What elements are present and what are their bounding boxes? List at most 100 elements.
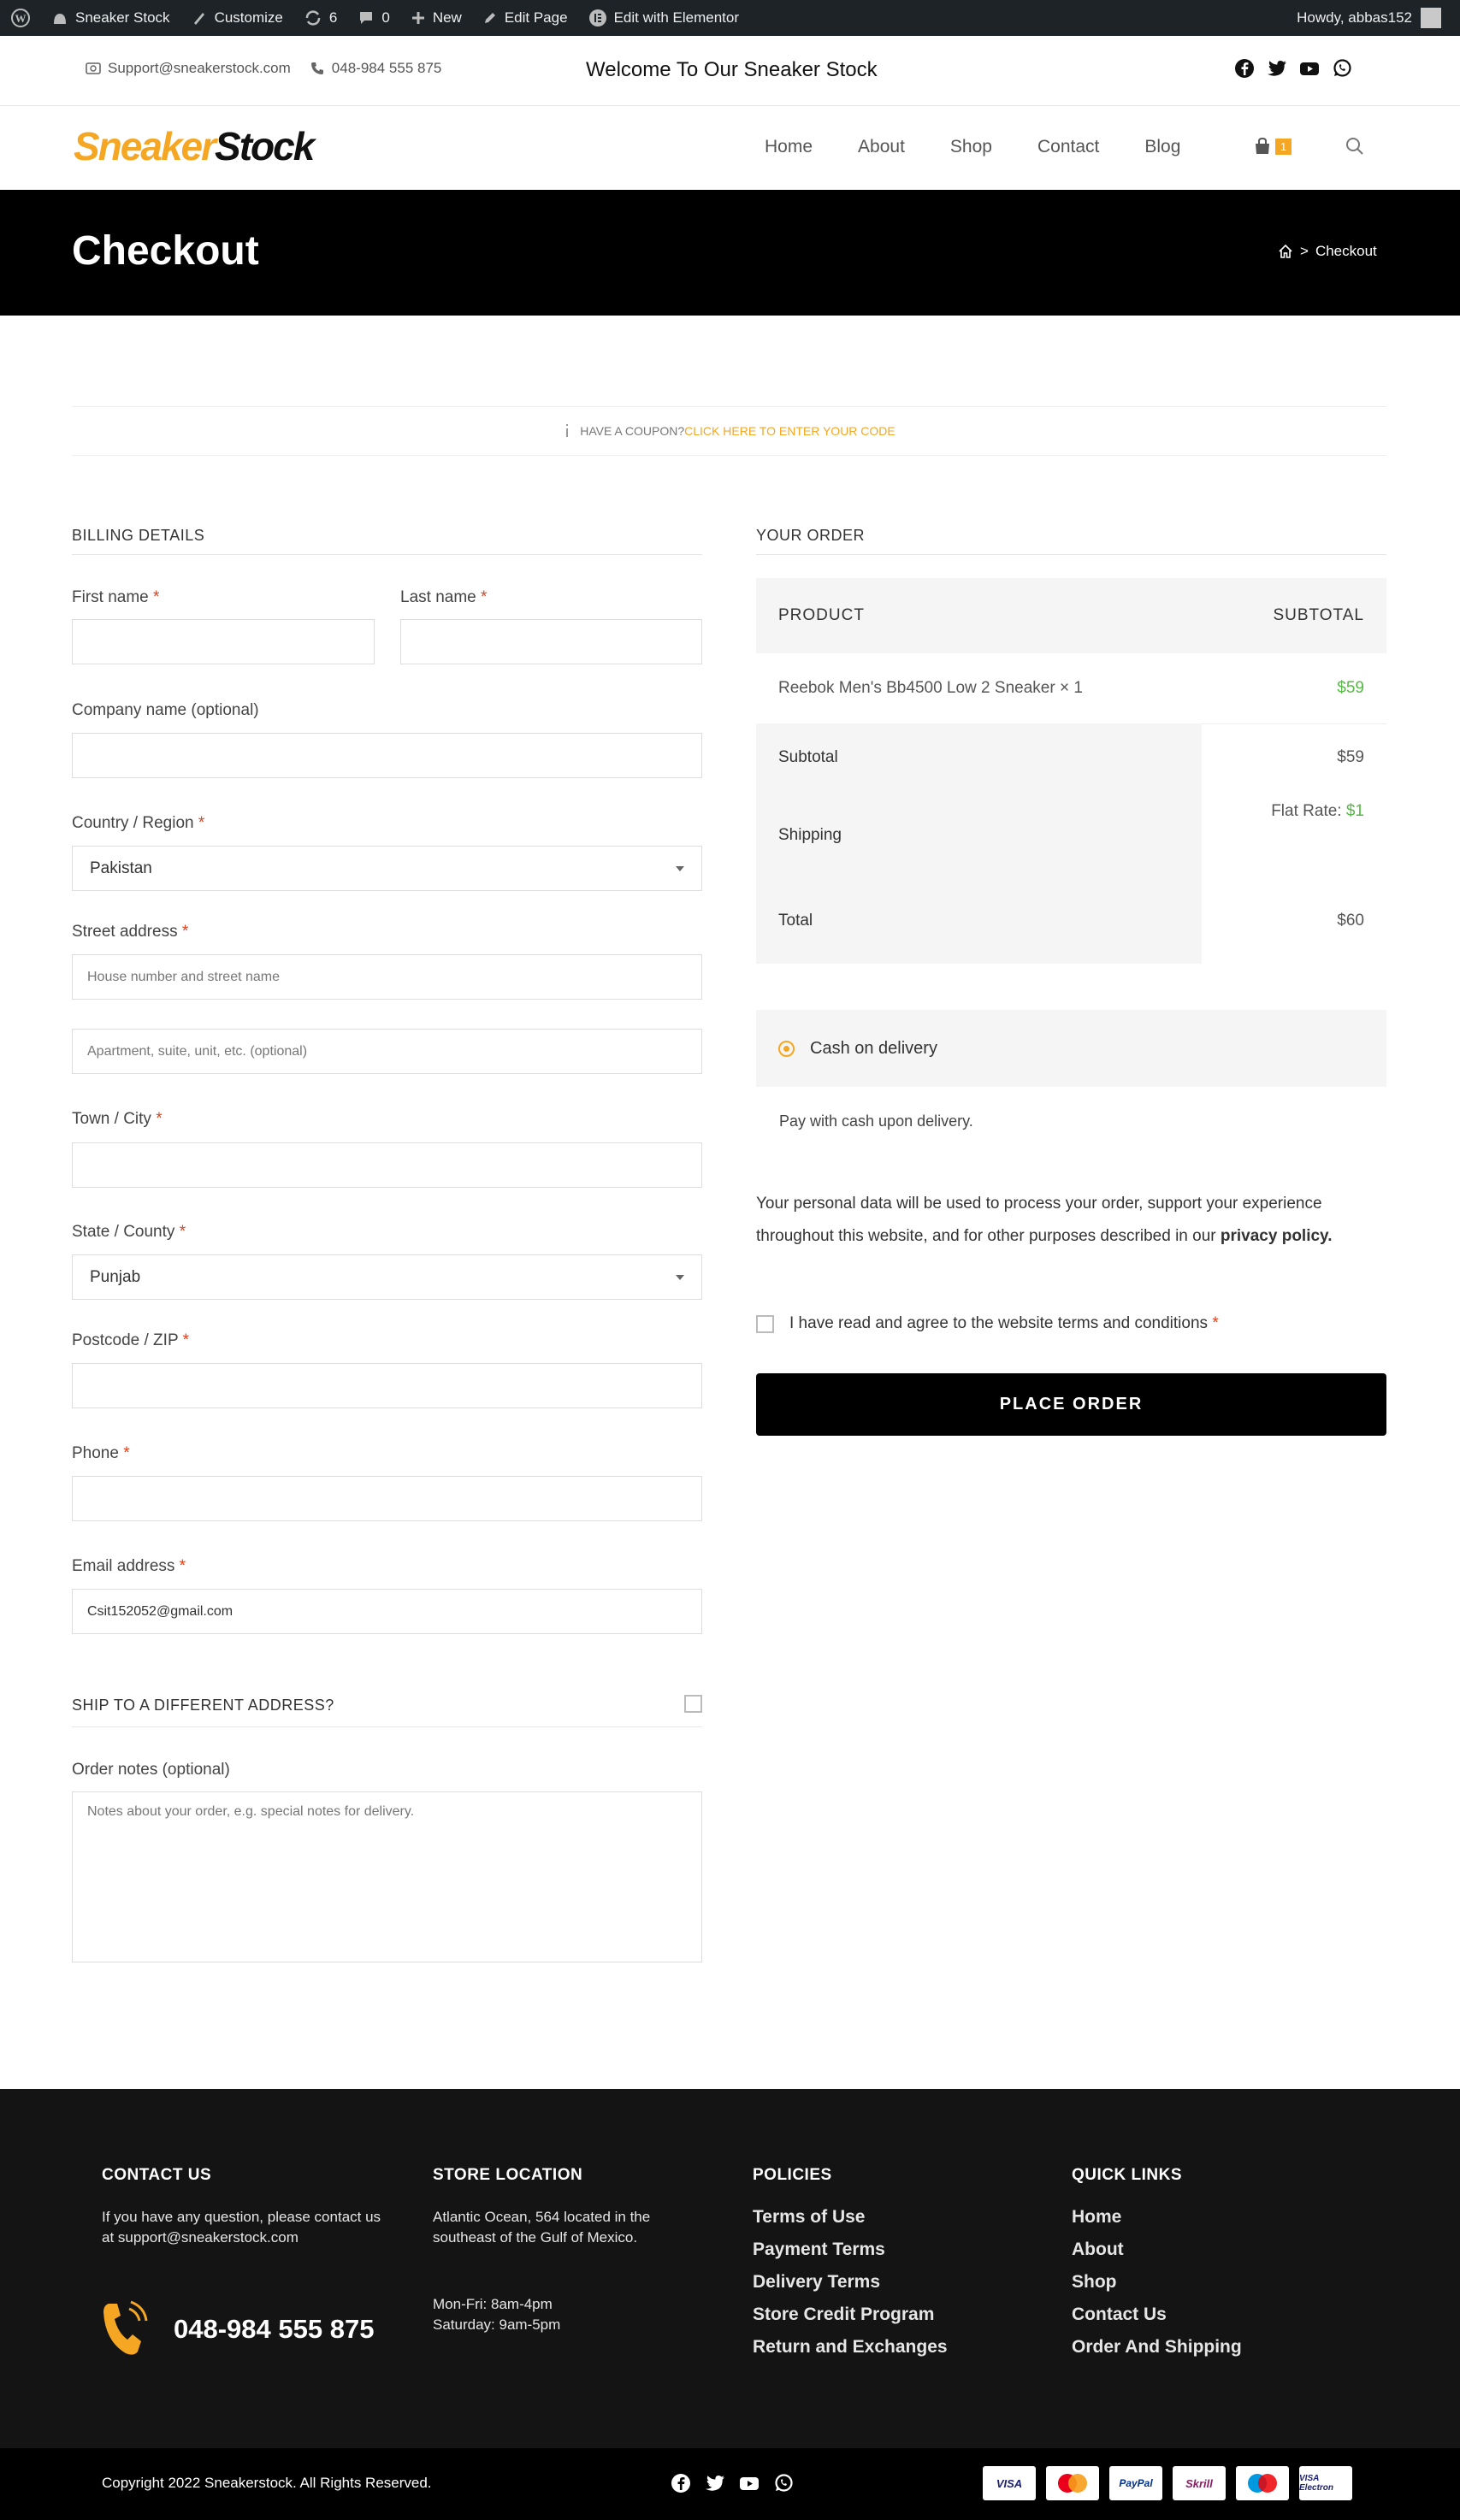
admin-new-link[interactable]: New: [400, 0, 472, 36]
admin-comments-link[interactable]: 0: [347, 0, 399, 36]
place-order-button[interactable]: PLACE ORDER: [756, 1373, 1386, 1436]
paypal-card-icon: PayPal: [1109, 2466, 1162, 2500]
privacy-policy-link[interactable]: privacy policy.: [1221, 1227, 1333, 1245]
nav-contact[interactable]: Contact: [1037, 137, 1099, 157]
facebook-icon[interactable]: [671, 2473, 691, 2493]
footer-quick-link[interactable]: Shop: [1072, 2272, 1242, 2293]
footer-quicklinks-title: QUICK LINKS: [1072, 2166, 1182, 2184]
footer-policy-link[interactable]: Store Credit Program: [753, 2305, 948, 2325]
postcode-field[interactable]: [72, 1363, 702, 1408]
top-email[interactable]: Support@sneakerstock.com: [86, 60, 291, 77]
wordpress-logo-icon[interactable]: W: [0, 0, 41, 36]
search-icon[interactable]: [1345, 137, 1364, 156]
home-icon[interactable]: [1278, 244, 1293, 259]
whatsapp-icon[interactable]: [1332, 58, 1352, 79]
street-address-field[interactable]: House number and street name: [72, 954, 702, 1000]
footer-policies-col: POLICIES Terms of Use Payment Terms Deli…: [753, 2166, 948, 2358]
last-name-field[interactable]: [400, 619, 702, 664]
city-field[interactable]: [72, 1142, 702, 1188]
logo-part-1: Sneaker: [74, 124, 216, 168]
footer-policies-title: POLICIES: [753, 2166, 832, 2184]
footer-policy-link[interactable]: Delivery Terms: [753, 2272, 948, 2293]
footer-quick-link[interactable]: About: [1072, 2240, 1242, 2260]
footer-quicklinks-col: QUICK LINKS Home About Shop Contact Us O…: [1072, 2166, 1242, 2358]
subtotal-row: Subtotal $59: [756, 723, 1386, 792]
subtotal-value: $59: [1337, 748, 1364, 766]
admin-updates-link[interactable]: 6: [293, 0, 347, 36]
nav-about[interactable]: About: [858, 137, 905, 157]
phone-ring-icon: [103, 2300, 148, 2355]
privacy-notice: Your personal data will be used to proce…: [756, 1188, 1386, 1253]
payment-radio[interactable]: [778, 1040, 795, 1057]
footer-quick-link[interactable]: Order And Shipping: [1072, 2337, 1242, 2358]
country-label: Country / Region *: [72, 814, 205, 832]
terms-checkbox[interactable]: [756, 1314, 774, 1333]
admin-customize-link[interactable]: Customize: [180, 0, 293, 36]
visa-electron-card-icon: VISA Electron: [1299, 2466, 1352, 2500]
admin-bar: W Sneaker Stock Customize 6 0 New Edit P…: [0, 0, 1460, 36]
payment-method-label: Cash on delivery: [810, 1038, 937, 1058]
admin-edit-page-link[interactable]: Edit Page: [472, 0, 578, 36]
order-item-price: $59: [1337, 679, 1364, 697]
ship-different-checkbox[interactable]: [684, 1695, 702, 1713]
payment-method-cod[interactable]: Cash on delivery: [756, 1010, 1386, 1087]
order-item-row: Reebok Men's Bb4500 Low 2 Sneaker × 1 $5…: [756, 653, 1386, 724]
total-label: Total: [756, 878, 1202, 964]
cart-button[interactable]: 1: [1253, 137, 1292, 156]
state-select[interactable]: Punjab: [72, 1254, 702, 1300]
first-name-field[interactable]: [72, 619, 375, 664]
coupon-notice: HAVE A COUPON?CLICK HERE TO ENTER YOUR C…: [72, 406, 1386, 456]
youtube-icon[interactable]: [739, 2473, 760, 2493]
apartment-field[interactable]: Apartment, suite, unit, etc. (optional): [72, 1029, 702, 1074]
footer-policy-link[interactable]: Terms of Use: [753, 2207, 948, 2228]
twitter-icon[interactable]: [705, 2473, 725, 2493]
admin-site-link[interactable]: Sneaker Stock: [41, 0, 180, 36]
footer-quick-link[interactable]: Home: [1072, 2207, 1242, 2228]
top-phone[interactable]: 048-984 555 875: [310, 60, 441, 77]
logo-part-2: Stock: [215, 124, 315, 168]
shopping-bag-icon: [1256, 137, 1269, 154]
billing-title: BILLING DETAILS: [72, 527, 205, 544]
mastercard-card-icon: [1046, 2466, 1099, 2500]
email-field[interactable]: Csit152052@gmail.com: [72, 1589, 702, 1634]
last-name-label: Last name *: [400, 588, 488, 606]
facebook-icon[interactable]: [1234, 58, 1255, 79]
your-order-divider: [756, 554, 1386, 555]
updates-icon: [305, 10, 321, 26]
whatsapp-icon[interactable]: [773, 2473, 794, 2493]
coupon-link[interactable]: CLICK HERE TO ENTER YOUR CODE: [684, 424, 896, 438]
country-select[interactable]: Pakistan: [72, 846, 702, 891]
nav-shop[interactable]: Shop: [950, 137, 992, 157]
admin-updates-count: 6: [328, 9, 338, 26]
subtotal-label: Subtotal: [756, 723, 1202, 792]
street-label: Street address *: [72, 923, 189, 941]
footer-bottom-bar: Copyright 2022 Sneakerstock. All Rights …: [0, 2448, 1460, 2520]
footer-policy-link[interactable]: Payment Terms: [753, 2240, 948, 2260]
admin-elementor-link[interactable]: Edit with Elementor: [578, 0, 749, 36]
youtube-icon[interactable]: [1299, 58, 1320, 79]
postcode-label: Postcode / ZIP *: [72, 1331, 189, 1349]
footer-social-links: [671, 2473, 794, 2493]
order-notes-field[interactable]: Notes about your order, e.g. special not…: [72, 1791, 702, 1962]
footer-policy-link[interactable]: Return and Exchanges: [753, 2337, 948, 2358]
col-product: PRODUCT: [778, 606, 865, 624]
footer-phone[interactable]: 048-984 555 875: [100, 2300, 374, 2358]
breadcrumb-separator: >: [1300, 243, 1309, 259]
company-field[interactable]: [72, 733, 702, 778]
phone-label: Phone *: [72, 1444, 130, 1462]
admin-account-menu[interactable]: Howdy, abbas152: [1297, 8, 1460, 28]
footer-quick-link[interactable]: Contact Us: [1072, 2305, 1242, 2325]
email-label: Email address *: [72, 1557, 186, 1575]
footer-hours-saturday: Saturday: 9am-5pm: [433, 2316, 561, 2333]
breadcrumb: > Checkout: [1278, 243, 1377, 260]
nav-blog[interactable]: Blog: [1144, 137, 1180, 157]
phone-field[interactable]: [72, 1476, 702, 1521]
twitter-icon[interactable]: [1267, 58, 1287, 79]
site-logo[interactable]: SneakerStock: [74, 123, 315, 169]
billing-title-divider: [72, 554, 702, 555]
top-contact-info: Support@sneakerstock.com 048-984 555 875: [86, 60, 441, 77]
phone-icon: [310, 62, 323, 74]
nav-home[interactable]: Home: [765, 137, 813, 157]
visa-card-icon: VISA: [983, 2466, 1036, 2500]
footer-quicklinks-list: Home About Shop Contact Us Order And Shi…: [1072, 2207, 1242, 2358]
